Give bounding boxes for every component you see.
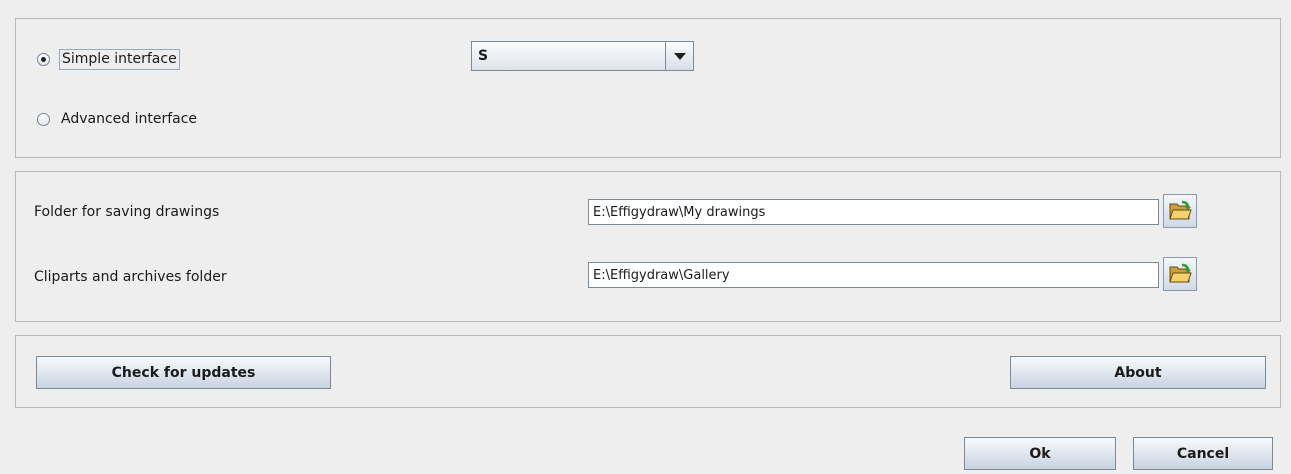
saving-folder-field[interactable] — [588, 199, 1159, 225]
cliparts-folder-field[interactable] — [588, 262, 1159, 288]
simple-interface-label[interactable]: Simple interface — [59, 49, 180, 70]
chevron-down-icon[interactable] — [665, 42, 693, 70]
interface-panel: Simple interface S Advanced interface — [15, 18, 1281, 158]
simple-interface-radio[interactable] — [37, 53, 50, 66]
cliparts-folder-label: Cliparts and archives folder — [34, 269, 227, 285]
browse-saving-folder-button[interactable] — [1163, 194, 1197, 228]
check-updates-button[interactable]: Check for updates — [36, 356, 331, 389]
open-folder-icon — [1169, 200, 1192, 220]
advanced-interface-label[interactable]: Advanced interface — [59, 110, 199, 129]
advanced-interface-radio[interactable] — [37, 113, 50, 126]
actions-panel: Check for updates About — [15, 335, 1281, 408]
saving-folder-label: Folder for saving drawings — [34, 204, 220, 220]
cancel-button[interactable]: Cancel — [1133, 437, 1273, 470]
size-select[interactable]: S — [471, 41, 694, 71]
advanced-interface-option[interactable]: Advanced interface — [37, 110, 199, 129]
size-select-value: S — [478, 48, 489, 64]
about-button[interactable]: About — [1010, 356, 1266, 389]
simple-interface-option[interactable]: Simple interface — [37, 49, 180, 70]
browse-cliparts-folder-button[interactable] — [1163, 257, 1197, 291]
ok-button[interactable]: Ok — [964, 437, 1116, 470]
folders-panel: Folder for saving drawings Cliparts and … — [15, 171, 1281, 322]
open-folder-icon — [1169, 263, 1192, 283]
